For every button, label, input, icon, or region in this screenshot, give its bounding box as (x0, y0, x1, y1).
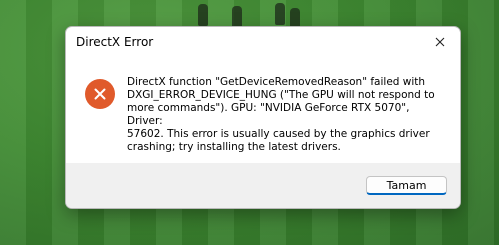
background-player (275, 3, 285, 25)
dialog-title: DirectX Error (76, 35, 154, 49)
error-x-glyph (94, 88, 106, 100)
background-player (232, 6, 242, 28)
error-message: DirectX function "GetDeviceRemovedReason… (127, 76, 435, 153)
ok-button[interactable]: Tamam (366, 176, 447, 195)
directx-error-dialog: DirectX Error DirectX function "GetDevic… (65, 26, 461, 209)
dialog-titlebar[interactable]: DirectX Error (66, 27, 460, 57)
dialog-content: DirectX function "GetDeviceRemovedReason… (66, 57, 460, 163)
close-button[interactable] (420, 27, 460, 57)
background-player (198, 4, 208, 26)
error-icon (85, 79, 115, 109)
dialog-footer: Tamam (66, 163, 460, 208)
close-icon (435, 37, 445, 47)
